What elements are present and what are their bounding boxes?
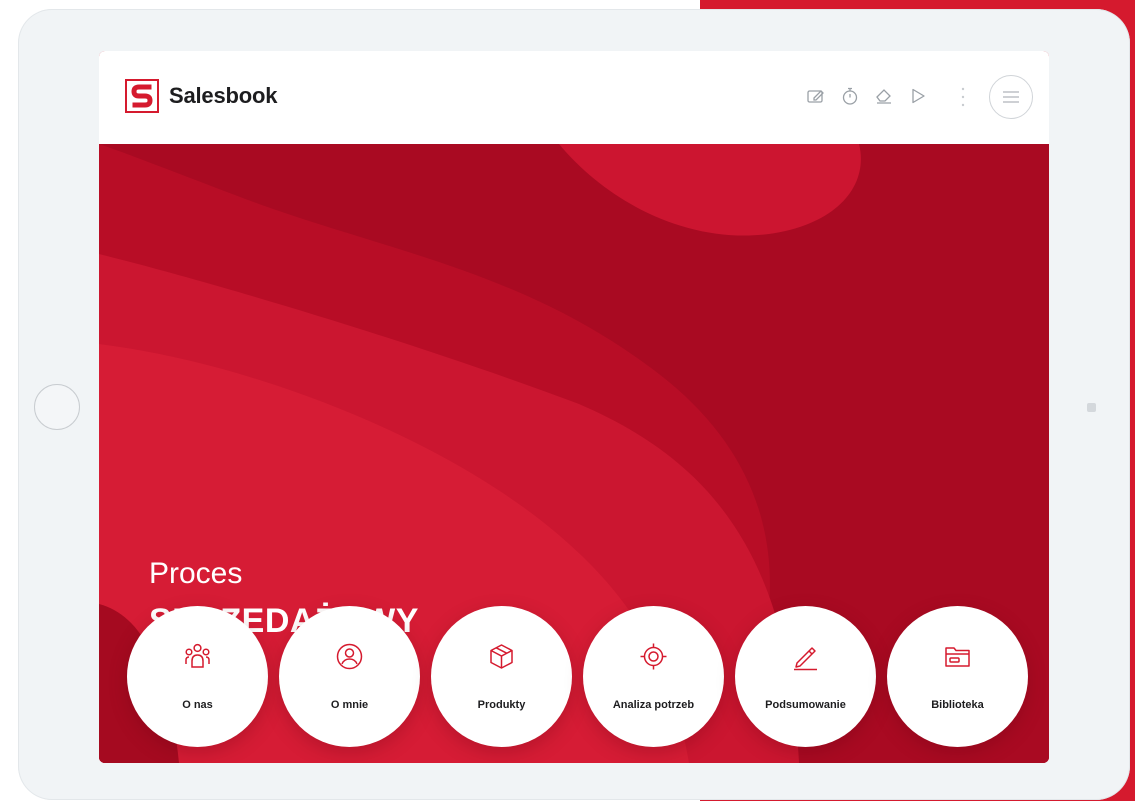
team-icon (183, 642, 212, 671)
camera-icon (1087, 403, 1096, 412)
box-icon (487, 642, 516, 671)
top-bar: Salesbook (99, 51, 1049, 144)
edit-icon[interactable] (805, 85, 827, 107)
nav-item-produkty[interactable]: Produkty (431, 606, 572, 747)
nav-item-label: O nas (182, 699, 213, 711)
logo[interactable]: Salesbook (125, 79, 277, 113)
nav-item-label: Produkty (477, 699, 526, 711)
brand-name: Salesbook (169, 83, 278, 108)
nav-item-podsumowanie[interactable]: Podsumowanie (735, 606, 876, 747)
section-navigation: O nas O mnie Produkty Analiza potrzeb Po (127, 606, 1028, 747)
nav-item-o-mnie[interactable]: O mnie (279, 606, 420, 747)
nav-item-label: O mnie (330, 699, 369, 711)
home-button[interactable] (34, 384, 80, 430)
nav-item-o-nas[interactable]: O nas (127, 606, 268, 747)
nav-item-analiza-potrzeb[interactable]: Analiza potrzeb (583, 606, 724, 747)
folder-icon (943, 642, 972, 671)
hero-title-line1: Proces (149, 557, 243, 590)
play-icon[interactable] (907, 85, 929, 107)
app-screen: Salesbook Proces SPRZEDAŻOWY O nas O mni… (99, 51, 1049, 763)
menu-icon (1003, 91, 1019, 103)
stopwatch-icon[interactable] (839, 85, 861, 107)
pencil-icon (791, 642, 820, 671)
nav-item-label: Biblioteka (931, 699, 984, 711)
nav-item-biblioteka[interactable]: Biblioteka (887, 606, 1028, 747)
eraser-icon[interactable] (873, 85, 895, 107)
toolbar (805, 85, 941, 107)
user-icon (335, 642, 364, 671)
menu-button[interactable] (989, 75, 1033, 119)
salesbook-logo-icon (125, 79, 159, 113)
nav-item-label: Podsumowanie (765, 699, 846, 711)
nav-item-label: Analiza potrzeb (612, 699, 695, 711)
more-icon[interactable] (961, 85, 965, 109)
target-icon (639, 642, 668, 671)
